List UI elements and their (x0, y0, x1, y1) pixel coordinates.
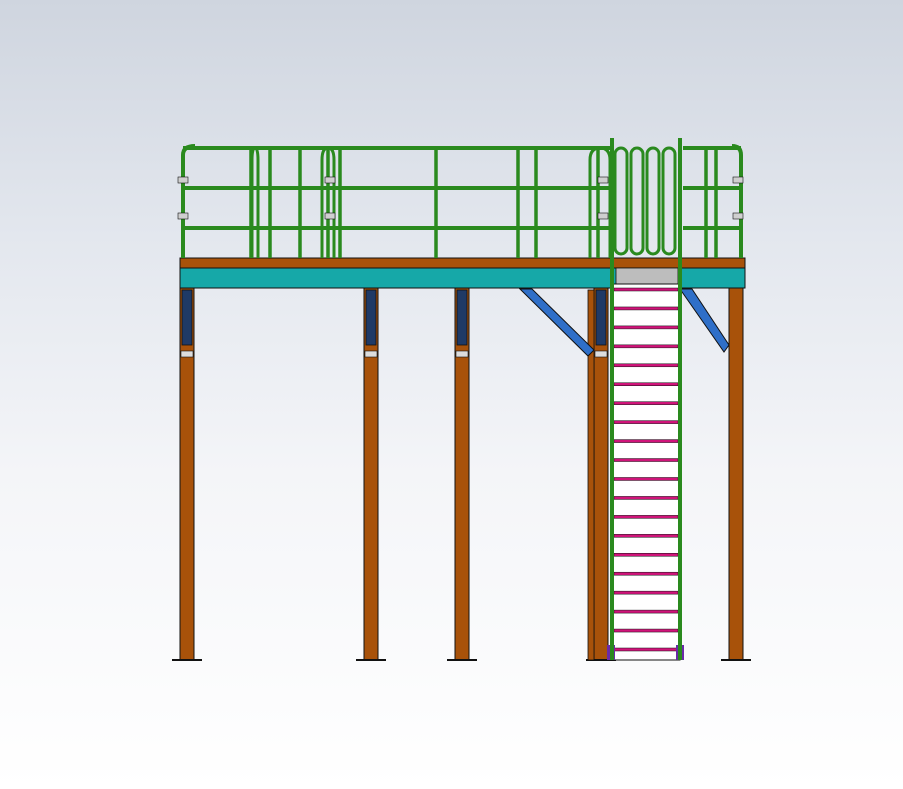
stair-tread (613, 553, 679, 557)
guardrail-loop (588, 146, 612, 258)
guardrail-corner-right (731, 144, 743, 258)
safety-gate-loop (661, 146, 677, 256)
rail-clamp (732, 176, 744, 184)
stair-tread (613, 401, 679, 405)
safety-gate-loop (613, 146, 629, 256)
rail-clamp (177, 176, 189, 184)
rail-clamp (597, 176, 609, 184)
stair-tread (613, 363, 679, 368)
column-bracket (180, 350, 194, 358)
safety-gate-loop (645, 146, 661, 256)
rail-clamp (732, 212, 744, 220)
deck-plate (179, 257, 746, 269)
guardrail-corner-left (181, 144, 196, 258)
cad-viewport (0, 0, 903, 789)
column-cap-plate (365, 289, 377, 346)
stair-tread (613, 420, 679, 424)
rail-clamp (597, 212, 609, 220)
stair-tread (613, 515, 679, 519)
stair-tread (613, 534, 679, 538)
rail-clamp (324, 176, 336, 184)
column-cap-plate (595, 289, 607, 346)
stair-tread (613, 609, 679, 614)
stair-tread (613, 477, 679, 481)
stair-tread (613, 496, 679, 500)
stair-tread (613, 628, 679, 633)
stair-tread (613, 306, 679, 311)
steel-column (728, 287, 744, 661)
stair-tread (613, 325, 679, 330)
stair-tread (613, 344, 679, 349)
stair-group (607, 283, 684, 661)
knee-brace-right (679, 288, 730, 353)
stair-body (611, 283, 681, 661)
rail-clamp (324, 212, 336, 220)
stair-tread (613, 458, 679, 462)
stair-tread (613, 590, 679, 595)
column-cap-plate (181, 289, 193, 346)
guardrail-loop (250, 146, 260, 258)
rail-clamp (177, 212, 189, 220)
stair-tread (613, 647, 679, 652)
column-bracket (594, 350, 608, 358)
column-cap-plate (456, 289, 468, 346)
safety-gate-loop (629, 146, 645, 256)
stair-tread (613, 287, 679, 292)
stair-tread (613, 382, 679, 386)
column-bracket (364, 350, 378, 358)
knee-brace-left (518, 288, 595, 357)
stair-landing (615, 267, 679, 285)
stair-tread (613, 439, 679, 443)
column-bracket (455, 350, 469, 358)
platform-drawing (172, 138, 751, 661)
stair-tread (613, 571, 679, 576)
